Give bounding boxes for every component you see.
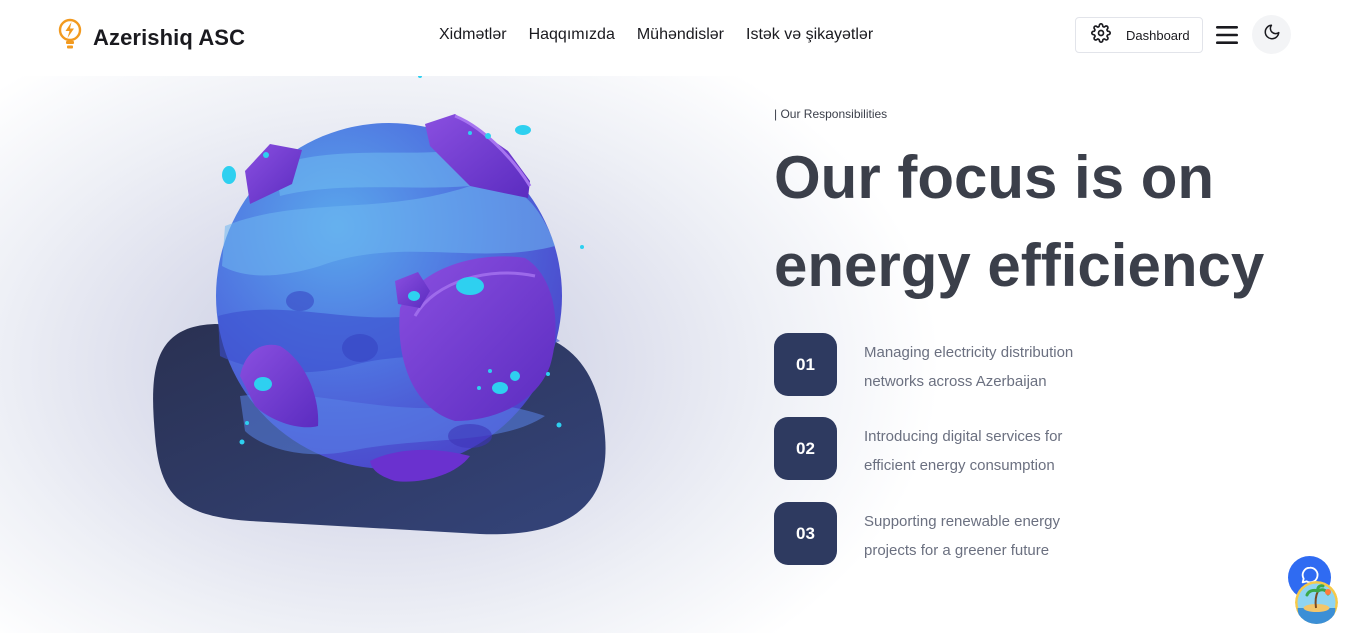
brand[interactable]: Azerishiq ASC	[58, 18, 245, 57]
nav-item-engineers[interactable]: Mühəndislər	[637, 26, 724, 44]
item-number-badge: 03	[774, 502, 837, 565]
item-description: Introducing digital services for efficie…	[864, 428, 1063, 474]
nav-item-services[interactable]: Xidmətlər	[439, 26, 507, 44]
responsibility-item: 02 Introducing digital services for effi…	[774, 417, 1104, 480]
dashboard-button[interactable]: Dashboard	[1075, 17, 1203, 53]
hero-section: | Our Responsibilities Our focus is on e…	[0, 76, 1345, 633]
brand-name: Azerishiq ASC	[93, 24, 246, 50]
theme-toggle-button[interactable]	[1252, 15, 1291, 54]
item-description: Managing electricity distribution networ…	[864, 344, 1074, 390]
planet-illustration	[153, 76, 606, 535]
responsibility-item: 03 Supporting renewable energy projects …	[774, 502, 1104, 565]
section-tagline: | Our Responsibilities	[774, 107, 888, 121]
lightbulb-bolt-icon	[58, 18, 82, 57]
hero-title: Our focus is on energy efficiency	[774, 144, 1265, 299]
nav-item-complaints[interactable]: Istək və şikayətlər	[746, 26, 873, 44]
item-number-badge: 02	[774, 417, 837, 480]
item-description: Supporting renewable energy projects for…	[864, 513, 1060, 559]
responsibility-item: 01 Managing electricity distribution net…	[774, 333, 1104, 396]
main-nav: Xidmətlər Haqqımızda Mühəndislər Istək v…	[439, 26, 895, 44]
item-number-badge: 01	[774, 333, 837, 396]
site-header: Azerishiq ASC Xidmətlər Haqqımızda Mühən…	[0, 0, 1345, 76]
nav-item-about[interactable]: Haqqımızda	[529, 26, 615, 44]
island-avatar-icon[interactable]	[1295, 581, 1338, 624]
dashboard-label: Dashboard	[1126, 27, 1190, 43]
gear-icon	[1076, 22, 1111, 48]
hamburger-menu-icon[interactable]	[1215, 24, 1239, 46]
moon-icon	[1263, 23, 1281, 46]
